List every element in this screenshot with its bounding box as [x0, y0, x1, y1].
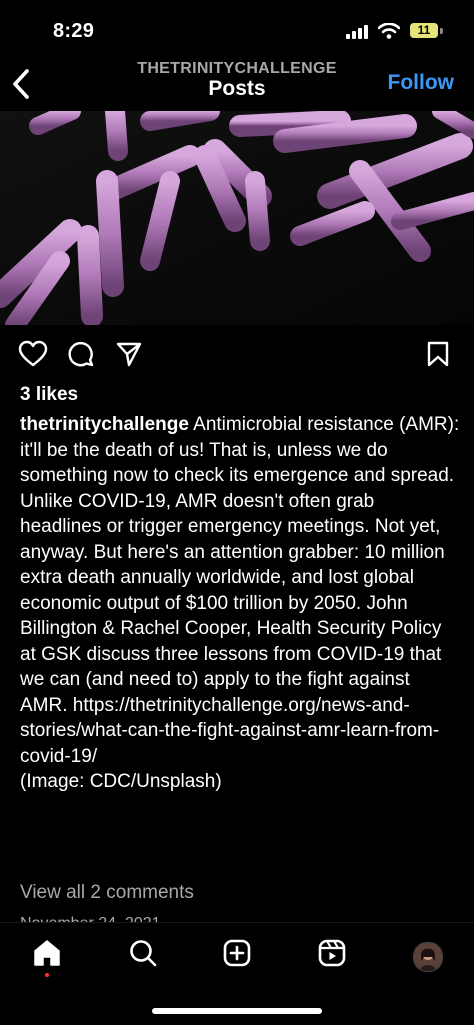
- create-icon[interactable]: [222, 938, 252, 968]
- wifi-icon: [378, 23, 400, 39]
- home-icon[interactable]: [32, 938, 62, 968]
- header: THETRINITYCHALLENGE Posts Follow: [0, 58, 474, 112]
- notification-dot: [45, 973, 49, 977]
- home-indicator[interactable]: [152, 1008, 322, 1014]
- avatar-image: [414, 943, 442, 971]
- battery-level: 11: [410, 23, 438, 38]
- caption-username[interactable]: thetrinitychallenge: [20, 414, 189, 435]
- battery-icon: 11: [410, 23, 438, 38]
- profile-avatar[interactable]: [413, 942, 443, 972]
- status-bar: 8:29 11: [0, 0, 474, 58]
- battery-tip: [440, 28, 443, 34]
- post-image[interactable]: [0, 111, 474, 325]
- status-time: 8:29: [53, 20, 95, 42]
- image-credit: (Image: CDC/Unsplash): [20, 771, 222, 792]
- heart-icon[interactable]: [18, 340, 48, 368]
- bookmark-icon[interactable]: [426, 340, 450, 368]
- cellular-signal-icon: [346, 25, 368, 39]
- view-comments-link[interactable]: View all 2 comments: [20, 882, 194, 904]
- share-icon[interactable]: [115, 340, 143, 368]
- reels-icon[interactable]: [317, 938, 347, 968]
- caption-text: Antimicrobial resistance (AMR): it'll be…: [20, 414, 460, 767]
- comment-icon[interactable]: [67, 340, 95, 368]
- search-icon[interactable]: [128, 938, 158, 968]
- follow-button[interactable]: Follow: [388, 71, 455, 95]
- post-caption: thetrinitychallenge Antimicrobial resist…: [20, 412, 460, 795]
- likes-count[interactable]: 3 likes: [20, 384, 78, 406]
- post-actions: [0, 338, 474, 370]
